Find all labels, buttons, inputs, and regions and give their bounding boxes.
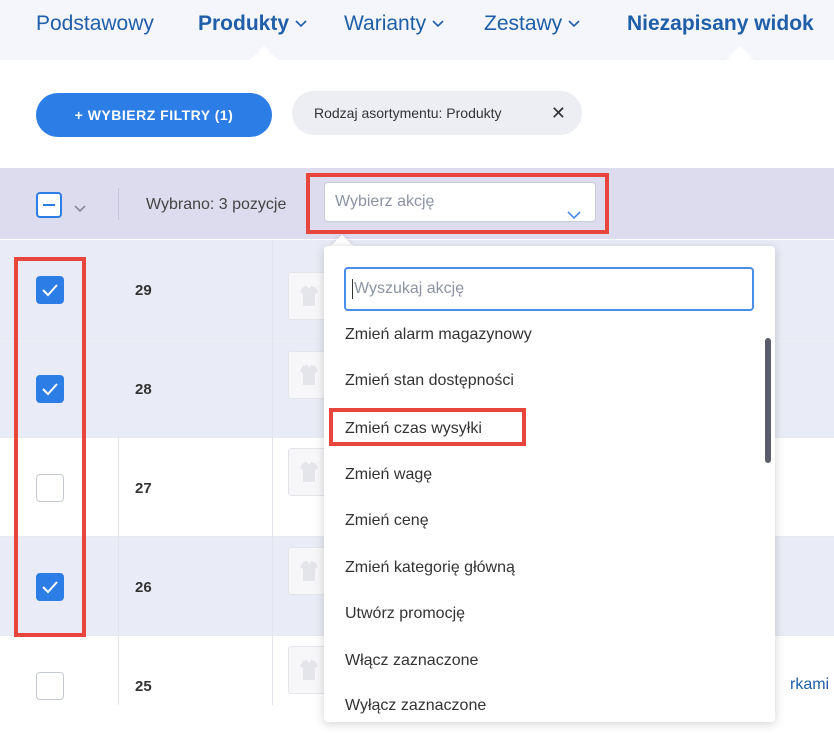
action-dropdown: Wyszukaj akcję Zmień alarm magazynowy Zm…	[324, 246, 775, 722]
active-tab-indicator	[249, 45, 279, 60]
action-item[interactable]: Wyłącz zaznaczone	[345, 697, 486, 715]
choose-filters-button[interactable]: + WYBIERZ FILTRY (1)	[36, 93, 272, 137]
action-item[interactable]: Zmień kategorię główną	[345, 559, 515, 577]
close-icon[interactable]: ✕	[551, 91, 566, 135]
action-item[interactable]: Zmień cenę	[345, 512, 429, 530]
nav-tab-produkty[interactable]: Produkty	[198, 12, 307, 36]
column-divider	[272, 240, 273, 733]
select-all-checkbox[interactable]	[36, 192, 62, 218]
nav-tab-podstawowy[interactable]: Podstawowy	[36, 12, 154, 36]
nav-tab-label: Podstawowy	[36, 12, 154, 35]
highlight-row-checkboxes	[14, 257, 86, 637]
nav-tab-niezapisany-widok[interactable]: Niezapisany widok	[627, 12, 814, 36]
selected-count: Wybrano: 3 pozycje	[146, 196, 287, 213]
chevron-down-icon	[295, 20, 307, 28]
chevron-down-icon[interactable]	[74, 200, 86, 218]
row-checkbox[interactable]	[36, 672, 64, 700]
filter-chip-label: Rodzaj asortymentu: Produkty	[314, 105, 502, 121]
highlight-action-select	[306, 173, 609, 234]
dropdown-scrollbar[interactable]	[765, 338, 771, 463]
action-item[interactable]: Zmień alarm magazynowy	[345, 326, 532, 344]
text-cursor	[352, 279, 353, 299]
row-id: 26	[135, 579, 152, 596]
row-cell-text: rkami	[790, 676, 830, 693]
chevron-down-icon	[432, 20, 444, 28]
filter-chip-assortment: Rodzaj asortymentu: Produkty ✕	[292, 91, 582, 135]
active-view-indicator	[725, 45, 755, 60]
top-navigation: Podstawowy Produkty Warianty Zestawy Nie…	[0, 0, 834, 60]
column-divider	[118, 438, 119, 733]
row-id: 29	[135, 282, 152, 299]
action-search-placeholder: Wyszukaj akcję	[354, 280, 465, 297]
nav-tab-label: Produkty	[198, 12, 290, 35]
action-item[interactable]: Zmień stan dostępności	[345, 372, 514, 390]
nav-tab-label: Warianty	[344, 12, 427, 35]
action-item[interactable]: Włącz zaznaczone	[345, 652, 478, 670]
action-item[interactable]: Utwórz promocję	[345, 605, 465, 623]
row-id: 28	[135, 381, 152, 398]
row-id: 25	[135, 678, 152, 695]
chevron-down-icon	[568, 20, 580, 28]
nav-tab-label: Zestawy	[484, 12, 563, 35]
action-item[interactable]: Zmień wagę	[345, 466, 432, 484]
nav-tab-label: Niezapisany widok	[627, 12, 814, 35]
nav-tab-zestawy[interactable]: Zestawy	[484, 12, 580, 36]
divider	[118, 188, 119, 220]
row-id: 27	[135, 480, 152, 497]
nav-tab-warianty[interactable]: Warianty	[344, 12, 444, 36]
highlight-shipping-time	[329, 408, 526, 446]
action-search-input[interactable]: Wyszukaj akcję	[344, 267, 754, 311]
